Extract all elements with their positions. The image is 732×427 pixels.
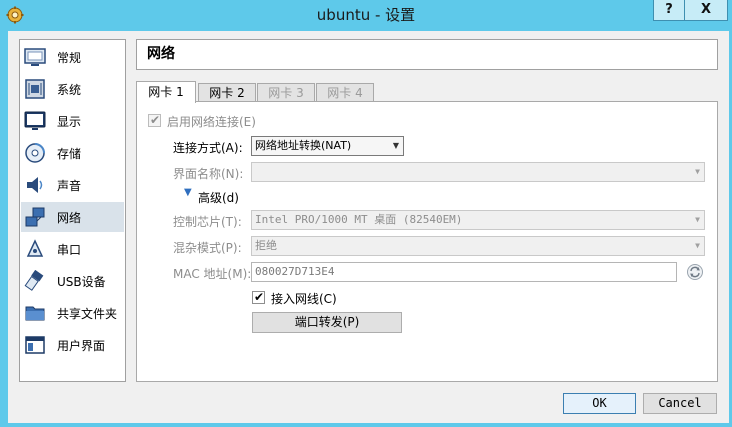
sidebar-item-label: 串口 bbox=[57, 242, 82, 257]
promiscuous-mode-label: 混杂模式(P): bbox=[173, 241, 242, 255]
promiscuous-mode-value: 拒绝 bbox=[255, 239, 277, 252]
sidebar-item-serial-ports[interactable]: 串口 bbox=[21, 234, 124, 264]
tab-label: 网卡 2 bbox=[209, 86, 245, 100]
promiscuous-mode-select[interactable]: 拒绝 ▼ bbox=[251, 236, 705, 256]
interface-name-select[interactable]: ▼ bbox=[251, 162, 705, 182]
section-header: 网络 bbox=[136, 39, 718, 70]
display-icon bbox=[24, 111, 46, 130]
sidebar-item-network[interactable]: 网络 bbox=[21, 202, 124, 232]
ok-button[interactable]: OK bbox=[563, 393, 636, 414]
sidebar-item-usb[interactable]: USB设备 bbox=[21, 266, 124, 296]
page-title: 网络 bbox=[147, 46, 175, 62]
sidebar-item-label: 用户界面 bbox=[57, 338, 106, 353]
sidebar-item-audio[interactable]: 声音 bbox=[21, 170, 124, 200]
usb-icon bbox=[24, 270, 44, 291]
adapter-type-select[interactable]: Intel PRO/1000 MT 桌面 (82540EM) ▼ bbox=[251, 210, 705, 230]
tab-adapter-4: 网卡 4 bbox=[316, 83, 374, 102]
network-icon bbox=[25, 207, 45, 227]
serial-port-icon bbox=[26, 239, 44, 257]
sidebar-item-display[interactable]: 显示 bbox=[21, 106, 124, 136]
dropdown-arrow-icon: ▼ bbox=[695, 215, 700, 224]
advanced-toggle[interactable]: 高级(d) bbox=[198, 189, 239, 206]
sidebar-item-label: 显示 bbox=[57, 114, 82, 129]
dropdown-arrow-icon: ▼ bbox=[392, 141, 399, 150]
tab-label: 网卡 4 bbox=[327, 86, 363, 100]
expand-triangle-icon[interactable]: ▼ bbox=[184, 187, 192, 198]
sidebar-item-storage[interactable]: 存储 bbox=[21, 138, 124, 168]
attached-to-value: 网络地址转换(NAT) bbox=[255, 139, 352, 152]
sidebar-item-label: 常规 bbox=[57, 50, 82, 65]
window-title: ubuntu - 设置 bbox=[316, 6, 416, 24]
interface-name-label: 界面名称(N): bbox=[173, 167, 244, 181]
tab-label: 网卡 1 bbox=[148, 85, 184, 99]
audio-icon bbox=[27, 177, 43, 193]
tab-adapter-2[interactable]: 网卡 2 bbox=[198, 83, 256, 102]
enable-adapter-label: 启用网络连接(E) bbox=[167, 115, 256, 129]
port-forwarding-button[interactable]: 端口转发(P) bbox=[252, 312, 402, 333]
close-button[interactable]: X bbox=[684, 0, 728, 21]
sidebar-item-system[interactable]: 系统 bbox=[21, 74, 124, 104]
attached-to-select[interactable]: 网络地址转换(NAT) ▼ bbox=[251, 136, 404, 156]
sidebar-item-general[interactable]: 常规 bbox=[21, 42, 124, 72]
sidebar-item-shared-folders[interactable]: 共享文件夹 bbox=[21, 298, 124, 328]
adapter-panel: ✔ 启用网络连接(E) 连接方式(A): 网络地址转换(NAT) ▼ 界面名称(… bbox=[136, 101, 718, 382]
mac-address-field[interactable]: 080027D713E4 bbox=[251, 262, 677, 282]
user-interface-icon bbox=[25, 336, 45, 354]
sidebar-item-label: 共享文件夹 bbox=[57, 306, 118, 321]
system-icon bbox=[25, 79, 45, 99]
dropdown-arrow-icon: ▼ bbox=[695, 241, 700, 250]
enable-adapter-checkbox[interactable]: ✔ bbox=[148, 113, 161, 127]
tab-adapter-1[interactable]: 网卡 1 bbox=[136, 81, 196, 103]
refresh-mac-icon[interactable] bbox=[686, 263, 704, 281]
help-button[interactable]: ? bbox=[653, 0, 685, 21]
check-mark-icon: ✔ bbox=[150, 113, 161, 127]
cable-connected-checkbox[interactable]: ✔ bbox=[252, 290, 265, 304]
attached-to-label: 连接方式(A): bbox=[173, 141, 243, 155]
adapter-type-label: 控制芯片(T): bbox=[173, 215, 242, 229]
cancel-button[interactable]: Cancel bbox=[643, 393, 717, 414]
title-bar: ubuntu - 设置 ? X bbox=[0, 0, 732, 31]
adapter-type-value: Intel PRO/1000 MT 桌面 (82540EM) bbox=[255, 213, 463, 226]
sidebar-item-label: USB设备 bbox=[57, 274, 106, 289]
check-mark-icon: ✔ bbox=[254, 290, 265, 304]
mac-address-label: MAC 地址(M): bbox=[173, 267, 252, 281]
sidebar-item-label: 系统 bbox=[57, 82, 82, 97]
sidebar-item-label: 声音 bbox=[57, 178, 82, 193]
dropdown-arrow-icon: ▼ bbox=[695, 167, 700, 176]
sidebar-item-user-interface[interactable]: 用户界面 bbox=[21, 330, 124, 360]
mac-address-value: 080027D713E4 bbox=[255, 265, 335, 278]
shared-folder-icon bbox=[25, 306, 45, 321]
dialog-body: 常规 系统 显示 存储 声音 网络 串口 USB设备 共享文件夹 用户界面 网络… bbox=[8, 31, 729, 423]
settings-sidebar: 常规 系统 显示 存储 声音 网络 串口 USB设备 共享文件夹 用户界面 bbox=[19, 39, 126, 382]
sidebar-item-label: 存储 bbox=[57, 146, 82, 161]
sidebar-item-label: 网络 bbox=[57, 210, 82, 225]
cable-connected-label: 接入网线(C) bbox=[271, 292, 337, 306]
general-icon bbox=[24, 48, 46, 66]
tab-label: 网卡 3 bbox=[268, 86, 304, 100]
tab-adapter-3: 网卡 3 bbox=[257, 83, 315, 102]
storage-icon bbox=[25, 143, 45, 163]
